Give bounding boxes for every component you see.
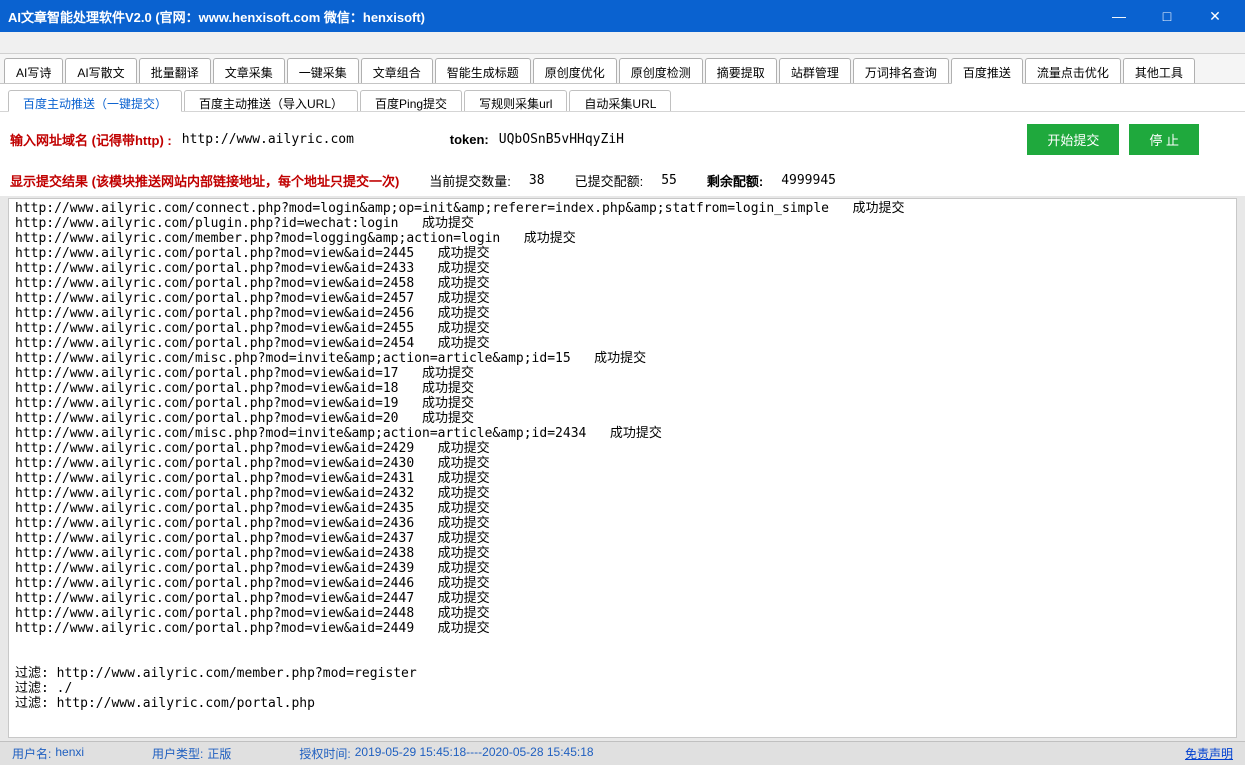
auth-value: 2019-05-29 15:45:18----2020-05-28 15:45:… xyxy=(355,745,594,762)
main-tab-11[interactable]: 万词排名查询 xyxy=(853,58,949,83)
main-tab-8[interactable]: 原创度检测 xyxy=(619,58,703,83)
username-value: henxi xyxy=(55,745,84,762)
input-form: 输入网址域名 (记得带http) : token: UQbOSnB5vHHqyZ… xyxy=(0,112,1245,167)
stats-row: 显示提交结果 (该模块推送网站内部链接地址，每个地址只提交一次) 当前提交数量:… xyxy=(0,167,1245,196)
current-count-value: 38 xyxy=(529,173,545,188)
log-output[interactable]: http://www.ailyric.com/connect.php?mod=l… xyxy=(8,198,1237,738)
url-label: 输入网址域名 (记得带http) : xyxy=(10,130,172,149)
main-tab-6[interactable]: 智能生成标题 xyxy=(435,58,531,83)
main-tab-13[interactable]: 流量点击优化 xyxy=(1025,58,1121,83)
usertype-value: 正版 xyxy=(207,745,231,762)
titlebar: AI文章智能处理软件V2.0 (官网：www.henxisoft.com 微信：… xyxy=(0,0,1245,32)
remain-quota-value: 4999945 xyxy=(781,173,836,188)
menubar xyxy=(0,32,1245,54)
main-tabs: AI写诗AI写散文批量翻译文章采集一键采集文章组合智能生成标题原创度优化原创度检… xyxy=(0,54,1245,84)
disclaimer-link[interactable]: 免责声明 xyxy=(1185,745,1233,762)
main-tab-9[interactable]: 摘要提取 xyxy=(705,58,777,83)
sub-tab-1[interactable]: 百度主动推送（导入URL） xyxy=(184,90,358,111)
main-tab-14[interactable]: 其他工具 xyxy=(1123,58,1195,83)
minimize-button[interactable]: — xyxy=(1097,6,1141,26)
start-submit-button[interactable]: 开始提交 xyxy=(1027,124,1119,155)
result-label: 显示提交结果 (该模块推送网站内部链接地址，每个地址只提交一次) xyxy=(10,171,399,190)
stop-button[interactable]: 停 止 xyxy=(1129,124,1199,155)
usertype-label: 用户类型: xyxy=(152,745,203,762)
main-tab-4[interactable]: 一键采集 xyxy=(287,58,359,83)
username-label: 用户名: xyxy=(12,745,51,762)
current-count-label: 当前提交数量: xyxy=(429,171,511,190)
main-tab-12[interactable]: 百度推送 xyxy=(951,58,1023,84)
sub-tabs: 百度主动推送（一键提交）百度主动推送（导入URL）百度Ping提交写规则采集ur… xyxy=(0,84,1245,112)
submitted-quota-value: 55 xyxy=(661,173,677,188)
main-tab-3[interactable]: 文章采集 xyxy=(213,58,285,83)
app-title: AI文章智能处理软件V2.0 (官网：www.henxisoft.com 微信：… xyxy=(8,7,425,26)
remain-quota-label: 剩余配额: xyxy=(707,171,763,190)
close-button[interactable]: ✕ xyxy=(1193,6,1237,26)
token-value: UQbOSnB5vHHqyZiH xyxy=(499,132,624,147)
auth-label: 授权时间: xyxy=(299,745,350,762)
main-tab-0[interactable]: AI写诗 xyxy=(4,58,63,83)
sub-tab-3[interactable]: 写规则采集url xyxy=(464,90,567,111)
main-tab-1[interactable]: AI写散文 xyxy=(65,58,136,83)
main-tab-7[interactable]: 原创度优化 xyxy=(533,58,617,83)
submitted-quota-label: 已提交配额: xyxy=(575,171,644,190)
sub-tab-2[interactable]: 百度Ping提交 xyxy=(360,90,462,111)
main-tab-10[interactable]: 站群管理 xyxy=(779,58,851,83)
maximize-button[interactable]: □ xyxy=(1145,6,1189,26)
url-input[interactable] xyxy=(178,130,378,149)
main-tab-5[interactable]: 文章组合 xyxy=(361,58,433,83)
token-label: token: xyxy=(450,132,489,147)
main-tab-2[interactable]: 批量翻译 xyxy=(139,58,211,83)
statusbar: 用户名: henxi 用户类型: 正版 授权时间: 2019-05-29 15:… xyxy=(0,741,1245,765)
sub-tab-0[interactable]: 百度主动推送（一键提交） xyxy=(8,90,182,112)
sub-tab-4[interactable]: 自动采集URL xyxy=(569,90,671,111)
